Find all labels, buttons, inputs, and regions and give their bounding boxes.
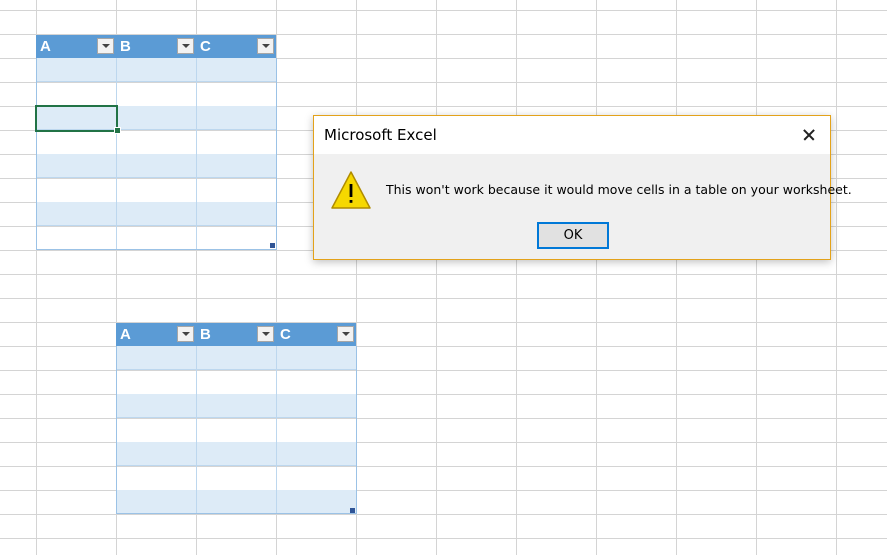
dialog-titlebar[interactable]: Microsoft Excel <box>314 116 830 154</box>
filter-dropdown-button[interactable] <box>257 326 274 342</box>
filter-dropdown-button[interactable] <box>337 326 354 342</box>
header-label-a: A <box>120 326 131 343</box>
table-resize-handle[interactable] <box>270 243 275 248</box>
filter-dropdown-button[interactable] <box>177 38 194 54</box>
header-label-c: C <box>200 38 211 55</box>
chevron-down-icon <box>102 44 110 48</box>
header-label-b: B <box>120 38 131 55</box>
warning-icon <box>331 171 371 209</box>
header-label-b: B <box>200 326 211 343</box>
dialog-message: This won't work because it would move ce… <box>386 182 852 197</box>
header-label-c: C <box>280 326 291 343</box>
table-header-cell: A <box>36 35 116 58</box>
table-header-cell: B <box>196 323 276 346</box>
header-label-a: A <box>40 38 51 55</box>
chevron-down-icon <box>182 44 190 48</box>
chevron-down-icon <box>262 44 270 48</box>
error-dialog: Microsoft Excel This won't work because … <box>313 115 852 260</box>
close-icon[interactable] <box>794 120 824 150</box>
table-resize-handle[interactable] <box>350 508 355 513</box>
table-header-cell: C <box>196 35 276 58</box>
ok-button[interactable]: OK <box>537 222 609 249</box>
selected-cell[interactable] <box>35 105 118 132</box>
chevron-down-icon <box>182 332 190 336</box>
excel-table-1[interactable]: A B C <box>36 35 277 250</box>
excel-table-2[interactable]: A B C <box>116 323 357 514</box>
filter-dropdown-button[interactable] <box>97 38 114 54</box>
dialog-title: Microsoft Excel <box>324 126 437 144</box>
table-header-row: A B C <box>36 35 276 58</box>
table-header-cell: C <box>276 323 356 346</box>
table-header-cell: A <box>116 323 196 346</box>
table-header-cell: B <box>116 35 196 58</box>
filter-dropdown-button[interactable] <box>257 38 274 54</box>
chevron-down-icon <box>342 332 350 336</box>
filter-dropdown-button[interactable] <box>177 326 194 342</box>
chevron-down-icon <box>262 332 270 336</box>
table-header-row: A B C <box>116 323 356 346</box>
fill-handle[interactable] <box>114 127 121 134</box>
